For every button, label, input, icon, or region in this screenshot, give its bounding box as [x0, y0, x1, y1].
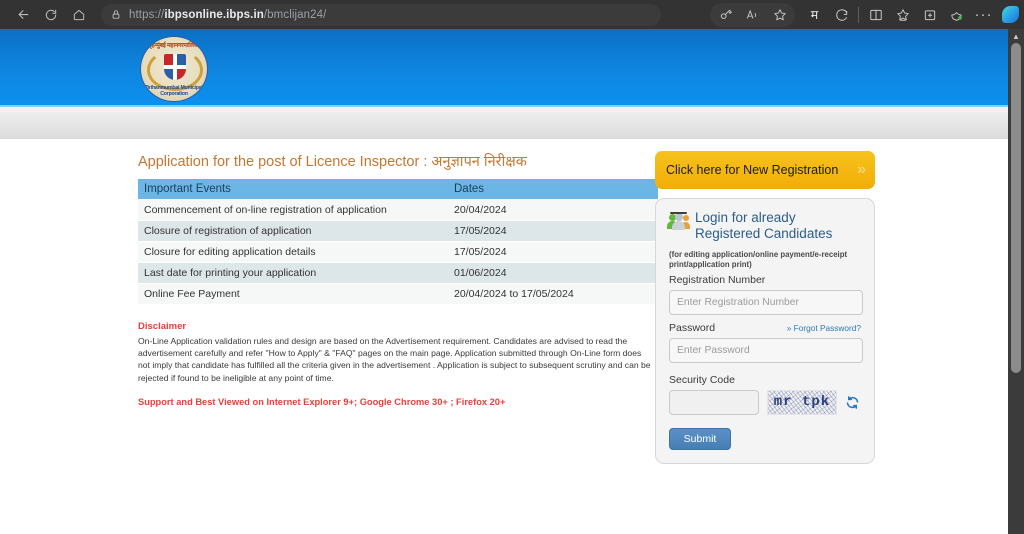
- submit-button[interactable]: Submit: [669, 427, 731, 450]
- event-name: Commencement of on-line registration of …: [138, 199, 448, 221]
- event-name: Closure for editing application details: [138, 241, 448, 263]
- read-aloud-icon[interactable]: [739, 1, 766, 28]
- lock-icon: [111, 9, 121, 20]
- split-screen-icon[interactable]: [862, 1, 889, 28]
- table-row: Commencement of on-line registration of …: [138, 199, 658, 221]
- page-title: Application for the post of Licence Insp…: [138, 154, 527, 170]
- scroll-up-arrow-icon[interactable]: ▲: [1008, 29, 1024, 43]
- url-text: https://ibpsonline.ibps.in/bmclijan24/: [129, 9, 326, 21]
- page-content: Application for the post of Licence Insp…: [0, 139, 1008, 532]
- people-group-icon: [667, 212, 690, 230]
- registration-number-input[interactable]: [669, 289, 863, 315]
- captcha-text: mr tpk: [773, 394, 831, 410]
- chevron-right-icon: »: [857, 161, 866, 178]
- left-column: Application for the post of Licence Insp…: [138, 151, 658, 407]
- table-row: Closure of registration of application 1…: [138, 220, 658, 242]
- important-events-table: Important Events Dates Commencement of o…: [138, 179, 658, 305]
- url-host: ibpsonline.ibps.in: [164, 8, 264, 21]
- site-header: बृहन्मुंबई महानगरपालिका Brihanmumbai Mun…: [0, 29, 1008, 107]
- forgot-password-link[interactable]: » Forgot Password?: [787, 323, 861, 333]
- new-registration-button[interactable]: Click here for New Registration »: [655, 151, 875, 189]
- table-row: Last date for printing your application …: [138, 262, 658, 284]
- login-panel: Login for already Registered Candidates …: [655, 198, 875, 464]
- security-code-label: Security Code: [669, 373, 735, 386]
- url-path: /bmclijan24/: [263, 8, 327, 21]
- toolbar-right-icons: म ···: [710, 0, 1024, 29]
- disclaimer-text: On-Line Application validation rules and…: [138, 336, 651, 383]
- browser-toolbar: https://ibpsonline.ibps.in/bmclijan24/ म: [0, 0, 1024, 29]
- bmc-logo: बृहन्मुंबई महानगरपालिका Brihanmumbai Mun…: [140, 36, 208, 102]
- scrollbar-track[interactable]: [1011, 43, 1021, 534]
- browser-support-note: Support and Best Viewed on Internet Expl…: [138, 396, 506, 407]
- scrollbar-thumb[interactable]: [1011, 43, 1021, 373]
- security-code-row: mr tpk: [669, 389, 861, 415]
- login-title-line2: Registered Candidates: [695, 226, 833, 242]
- browser-essentials-icon[interactable]: [828, 1, 855, 28]
- event-name: Last date for printing your application: [138, 262, 448, 284]
- event-date: 01/06/2024: [448, 262, 658, 284]
- chevron-right-icon: »: [786, 322, 792, 333]
- event-name: Closure of registration of application: [138, 220, 448, 242]
- event-date: 20/04/2024 to 17/05/2024: [448, 283, 658, 305]
- event-date: 17/05/2024: [448, 241, 658, 263]
- bmc-emblem-icon: बृहन्मुंबई महानगरपालिका Brihanmumbai Mun…: [140, 36, 208, 102]
- shield-icon[interactable]: [943, 1, 970, 28]
- refresh-captcha-icon[interactable]: [845, 395, 860, 410]
- event-date: 20/04/2024: [448, 199, 658, 221]
- key-icon[interactable]: [712, 1, 739, 28]
- new-registration-label: Click here for New Registration: [666, 163, 839, 177]
- reload-icon[interactable]: [37, 1, 65, 29]
- security-code-input[interactable]: [669, 389, 759, 415]
- header-divider-band: [0, 107, 1008, 139]
- page-viewport: बृहन्मुंबई महानगरपालिका Brihanmumbai Mun…: [0, 29, 1008, 534]
- emblem-top-text: बृहन्मुंबई महानगरपालिका: [148, 43, 200, 49]
- copilot-icon[interactable]: [997, 1, 1024, 28]
- event-name: Online Fee Payment: [138, 283, 448, 305]
- login-title: Login for already Registered Candidates: [695, 210, 832, 243]
- address-bar[interactable]: https://ibpsonline.ibps.in/bmclijan24/: [101, 3, 661, 26]
- page-scrollbar[interactable]: ▲: [1008, 29, 1024, 534]
- column-header-dates: Dates: [448, 179, 658, 200]
- login-subtitle: (for editing application/online payment/…: [669, 249, 848, 270]
- table-row: Closure for editing application details …: [138, 241, 658, 263]
- password-label: Password: [669, 321, 716, 334]
- settings-more-icon[interactable]: ···: [970, 1, 997, 28]
- right-column: Click here for New Registration » Login …: [655, 151, 875, 464]
- hindi-extension-icon[interactable]: म: [801, 1, 828, 28]
- url-prefix: https://: [129, 8, 165, 21]
- emblem-bottom-text: Brihanmumbai Municipal Corporation: [145, 85, 203, 97]
- password-label-row: Password » Forgot Password?: [669, 322, 861, 334]
- password-input[interactable]: [669, 337, 863, 363]
- omnibox-action-group: [710, 1, 795, 28]
- toolbar-divider: [858, 6, 859, 23]
- captcha-image: mr tpk: [767, 389, 837, 415]
- event-date: 17/05/2024: [448, 220, 658, 242]
- login-header: Login for already Registered Candidates: [667, 210, 861, 243]
- registration-number-label: Registration Number: [669, 273, 766, 286]
- table-row: Online Fee Payment 20/04/2024 to 17/05/2…: [138, 283, 658, 305]
- column-header-events: Important Events: [138, 179, 448, 200]
- favorite-star-icon[interactable]: [766, 1, 793, 28]
- add-tab-icon[interactable]: [916, 1, 943, 28]
- table-header-row: Important Events Dates: [138, 179, 658, 200]
- disclaimer-heading: Disclaimer: [138, 321, 187, 332]
- home-icon[interactable]: [65, 1, 93, 29]
- collections-icon[interactable]: [889, 1, 916, 28]
- back-arrow-icon[interactable]: [9, 1, 37, 29]
- forgot-password-label: Forgot Password?: [793, 322, 861, 333]
- login-title-line1: Login for already: [695, 210, 796, 225]
